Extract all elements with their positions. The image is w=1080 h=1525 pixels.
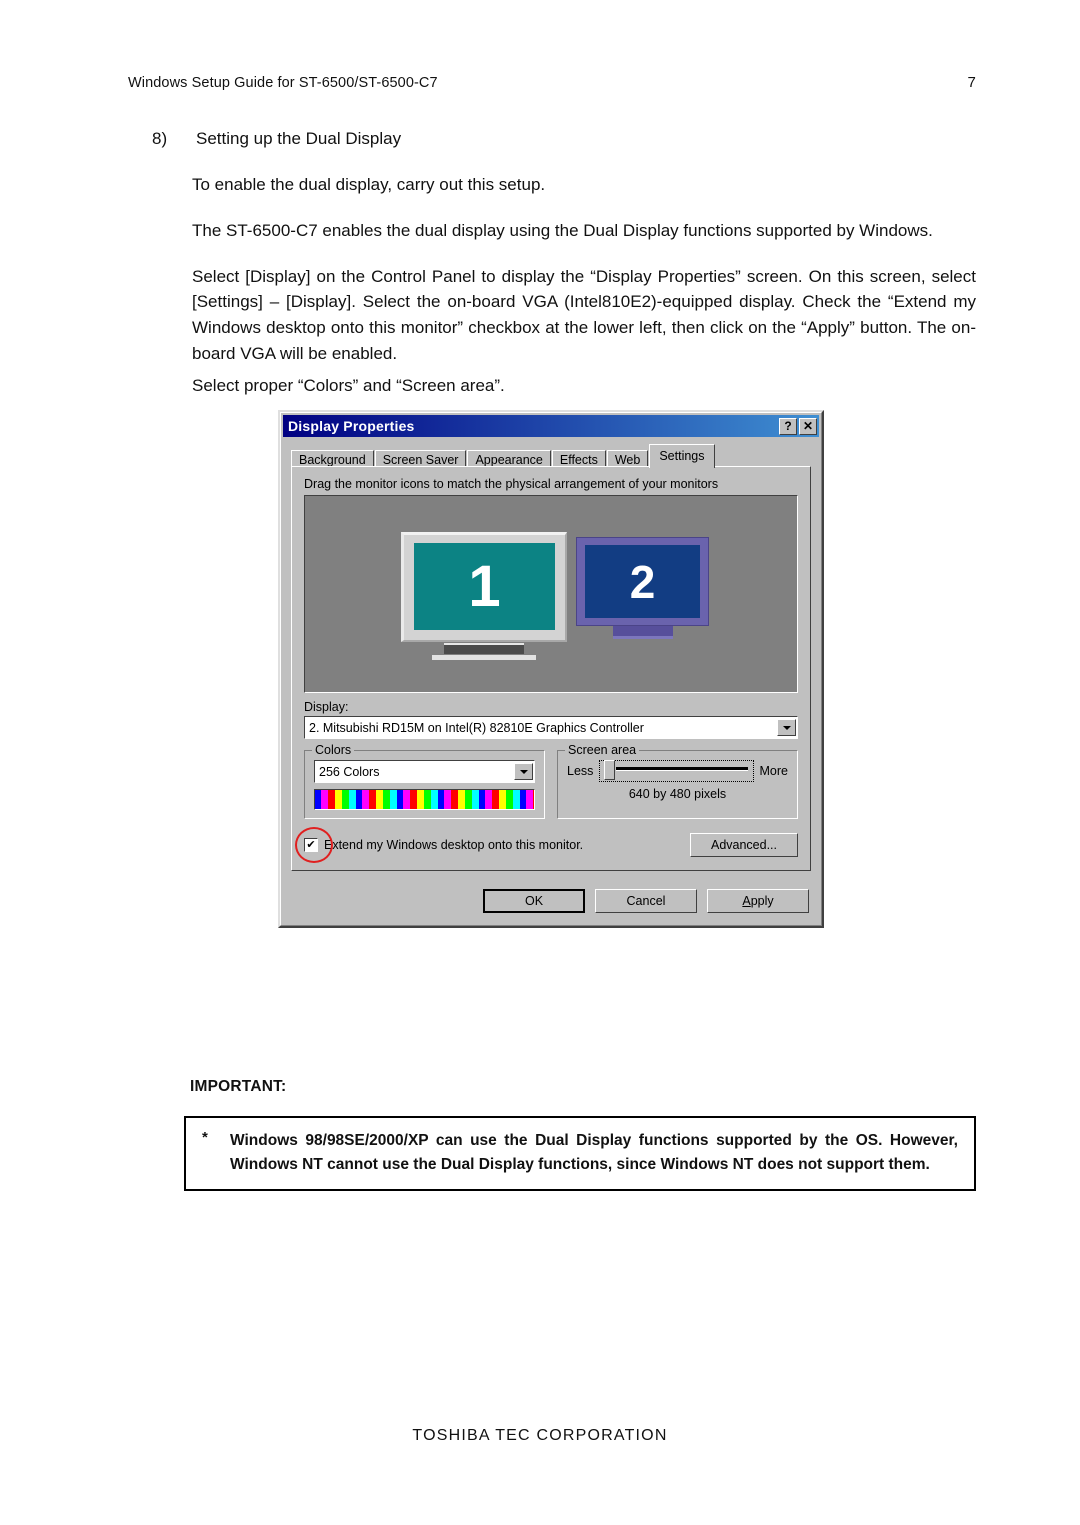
section-heading-text: Setting up the Dual Display: [196, 129, 402, 148]
colors-dropdown[interactable]: 256 Colors: [314, 760, 535, 783]
section-heading: 8) Setting up the Dual Display: [152, 128, 976, 151]
monitor-2-number: 2: [629, 555, 656, 608]
section-paragraph-1: The ST-6500-C7 enables the dual display …: [192, 220, 933, 240]
apply-button[interactable]: Apply: [707, 889, 809, 913]
monitor-1-stand: [444, 643, 524, 654]
document-header-title: Windows Setup Guide for ST-6500/ST-6500-…: [128, 75, 438, 91]
important-text: Windows 98/98SE/2000/XP can use the Dual…: [230, 1132, 958, 1174]
document-body: 8) Setting up the Dual Display To enable…: [152, 128, 976, 419]
drag-monitors-hint: Drag the monitor icons to match the phys…: [304, 477, 719, 491]
dialog-title: Display Properties: [288, 418, 415, 434]
monitor-2-screen: 2: [585, 545, 700, 618]
colors-group-title: Colors: [312, 743, 355, 757]
color-spectrum-preview: [314, 789, 535, 810]
tab-strip: Background Screen Saver Appearance Effec…: [283, 437, 819, 470]
display-dropdown-value: 2. Mitsubishi RD15M on Intel(R) 82810E G…: [309, 720, 644, 735]
display-properties-dialog: Display Properties ? ✕ Background Screen…: [278, 410, 824, 928]
monitor-1-base: [432, 655, 536, 660]
monitor-1-bezel: 1: [401, 532, 567, 642]
advanced-button[interactable]: Advanced...: [690, 833, 798, 857]
monitor-2-stand: [612, 626, 673, 639]
monitor-icon-2[interactable]: 2: [576, 537, 709, 639]
chevron-down-icon[interactable]: [514, 763, 533, 780]
section-intro: To enable the dual display, carry out th…: [192, 174, 546, 194]
extend-desktop-checkbox[interactable]: ✔: [304, 838, 318, 852]
section-number: 8): [152, 129, 168, 148]
page-number: 7: [967, 74, 976, 91]
important-bullet: *: [202, 1129, 208, 1146]
close-icon[interactable]: ✕: [799, 417, 817, 435]
tab-settings[interactable]: Settings: [649, 444, 715, 468]
settings-groups: Colors 256 Colors Screen area Less More …: [304, 743, 798, 819]
apply-button-rest: pply: [750, 894, 774, 908]
resolution-text: 640 by 480 pixels: [628, 787, 727, 801]
extend-desktop-row: ✔ Extend my Windows desktop onto this mo…: [295, 827, 798, 863]
page-header: Windows Setup Guide for ST-6500/ST-6500-…: [128, 74, 976, 91]
dialog-button-bar: OK Cancel Apply: [283, 881, 819, 923]
monitor-icon-1[interactable]: 1: [401, 532, 567, 660]
slider-less-label: Less: [567, 764, 594, 778]
settings-tab-page: Drag the monitor icons to match the phys…: [291, 466, 811, 871]
dialog-titlebar[interactable]: Display Properties ? ✕: [283, 415, 819, 437]
screen-area-slider-row: Less More: [567, 760, 788, 782]
monitor-2-bezel: 2: [576, 537, 709, 626]
monitor-1-screen: 1: [414, 543, 555, 630]
chevron-down-icon[interactable]: [777, 719, 796, 736]
extend-desktop-label: Extend my Windows desktop onto this moni…: [324, 838, 584, 852]
colors-dropdown-value: 256 Colors: [319, 764, 380, 779]
cancel-button[interactable]: Cancel: [595, 889, 697, 913]
slider-more-label: More: [759, 764, 788, 778]
slider-track: [616, 767, 748, 771]
slider-thumb[interactable]: [604, 760, 616, 780]
display-label: Display:: [304, 700, 349, 714]
monitor-1-number: 1: [468, 553, 501, 619]
colors-group: Colors 256 Colors: [304, 743, 545, 819]
page-footer: TOSHIBA TEC CORPORATION: [412, 1427, 668, 1444]
screen-area-slider[interactable]: [599, 760, 754, 782]
display-dropdown[interactable]: 2. Mitsubishi RD15M on Intel(R) 82810E G…: [304, 716, 798, 739]
section-paragraph-2: Select [Display] on the Control Panel to…: [192, 266, 976, 364]
ok-button[interactable]: OK: [483, 889, 585, 913]
monitor-arrangement-canvas[interactable]: 2 1: [304, 495, 798, 693]
important-label: IMPORTANT:: [190, 1078, 287, 1095]
important-box: * Windows 98/98SE/2000/XP can use the Du…: [184, 1116, 976, 1192]
screen-area-group-title: Screen area: [565, 743, 640, 757]
section-paragraph-3: Select proper “Colors” and “Screen area”…: [192, 375, 505, 395]
apply-button-mnemonic: A: [742, 894, 751, 908]
screen-area-group: Screen area Less More 640 by 480 pixels: [557, 743, 798, 819]
dialog-inner-frame: Display Properties ? ✕ Background Screen…: [280, 412, 822, 926]
help-button[interactable]: ?: [779, 417, 797, 435]
